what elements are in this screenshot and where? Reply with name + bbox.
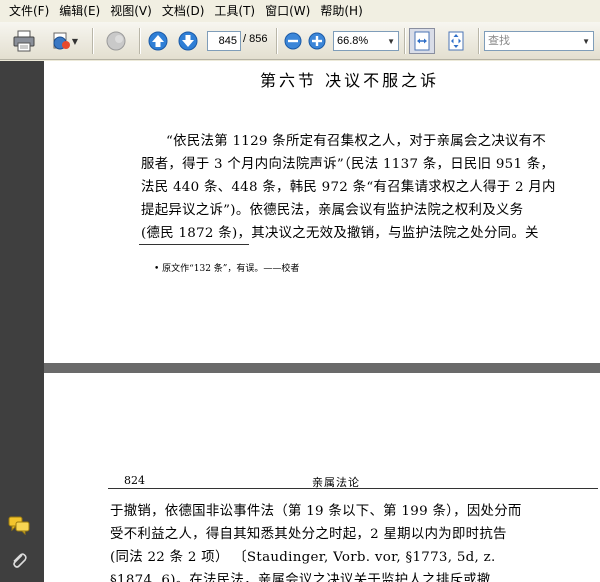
total-pages-label: / 856	[243, 33, 268, 45]
menu-document[interactable]: 文档(D)	[157, 0, 210, 22]
toolbar-divider	[276, 28, 277, 54]
menu-tools[interactable]: 工具(T)	[209, 0, 260, 22]
header-rule	[108, 488, 598, 489]
collaborate-icon	[53, 32, 70, 50]
text-line: 于撤销，依德国非讼事件法（第 19 条以下、第 199 条），因处分而	[110, 504, 522, 519]
fit-width-button[interactable]	[409, 28, 435, 54]
zoom-in-button[interactable]	[307, 29, 327, 53]
menu-help[interactable]: 帮助(H)	[315, 0, 367, 22]
fit-width-icon	[414, 31, 430, 51]
arrow-down-icon	[178, 31, 198, 51]
globe-icon	[106, 31, 126, 51]
next-page-button[interactable]	[176, 29, 200, 53]
chevron-down-icon: ▼	[71, 36, 79, 46]
zoom-select[interactable]: 66.8% ▼	[333, 31, 399, 51]
text-line: (德民 1872 条)，其决议之无效及撤销，与监护法院之处分同。关	[141, 226, 539, 241]
share-button[interactable]: ▼	[46, 29, 82, 53]
zoom-value: 66.8%	[337, 35, 369, 47]
toolbar-divider	[92, 28, 93, 54]
find-input[interactable]: 查找 ▼	[484, 31, 594, 51]
footnote: • 原文作“132 条”，有误。——校者	[154, 264, 300, 274]
web-button[interactable]	[102, 29, 130, 53]
print-button[interactable]	[10, 29, 38, 53]
toolbar-divider	[404, 28, 405, 54]
page-number-input[interactable]: 845	[207, 31, 241, 51]
menu-window[interactable]: 窗口(W)	[260, 0, 315, 22]
section-title: 第六节 决议不服之诉	[260, 71, 440, 90]
text-line: 服者，得于 3 个月内向法院声诉”（民法 1137 条，日民旧 951 条，	[141, 157, 555, 172]
menu-edit[interactable]: 编辑(E)	[54, 0, 105, 22]
comments-button[interactable]	[6, 513, 32, 537]
text-line: §1874, 6)。在法民法，亲属会议之决议关于监护人之排斥或撤	[110, 573, 491, 582]
menu-bar: 文件(F) 编辑(E) 视图(V) 文档(D) 工具(T) 窗口(W) 帮助(H…	[0, 0, 600, 22]
menu-view[interactable]: 视图(V)	[105, 0, 157, 22]
text-line: 法民 440 条、448 条，韩民 972 条“有召集请求权之人得于 2 月内	[141, 180, 556, 195]
toolbar-divider	[139, 28, 140, 54]
paperclip-icon	[13, 553, 27, 568]
fit-page-icon	[448, 31, 464, 51]
zoom-out-icon	[284, 32, 302, 50]
printer-icon	[13, 30, 35, 52]
previous-page-button[interactable]	[146, 29, 170, 53]
toolbar-divider	[478, 28, 479, 54]
menu-file[interactable]: 文件(F)	[4, 0, 54, 22]
text-line: “依民法第 1129 条所定有召集权之人，对于亲属会之决议有不	[166, 134, 547, 149]
navigation-pane	[0, 61, 44, 582]
text-line: 提起异议之诉”)。依德民法，亲属会议有监护法院之权利及义务	[141, 203, 524, 218]
pdf-page: 第六节 决议不服之诉 “依民法第 1129 条所定有召集权之人，对于亲属会之决议…	[44, 61, 600, 363]
page-number: 824	[124, 474, 145, 487]
footnote-divider	[139, 244, 249, 245]
attachments-button[interactable]	[6, 549, 32, 573]
zoom-in-icon	[308, 32, 326, 50]
arrow-up-icon	[148, 31, 168, 51]
pdf-page: 824 亲属法论 于撤销，依德国非讼事件法（第 19 条以下、第 199 条），…	[44, 373, 600, 582]
comment-bubbles-icon	[8, 516, 30, 535]
chevron-down-icon: ▼	[582, 37, 590, 46]
text-line: (同法 22 条 2 项） 〔Staudinger, Vorb. vor, §1…	[110, 550, 496, 565]
find-placeholder: 查找	[488, 35, 510, 47]
fit-page-button[interactable]	[443, 29, 469, 53]
document-view[interactable]: 第六节 决议不服之诉 “依民法第 1129 条所定有召集权之人，对于亲属会之决议…	[44, 61, 600, 582]
zoom-out-button[interactable]	[283, 29, 303, 53]
text-line: 受不利益之人，得自其知悉其处分之时起，2 星期以内为即时抗告	[110, 527, 507, 542]
toolbar: ▼ 845 / 856 66.8% ▼ 查找 ▼	[0, 22, 600, 60]
chevron-down-icon: ▼	[387, 37, 395, 46]
